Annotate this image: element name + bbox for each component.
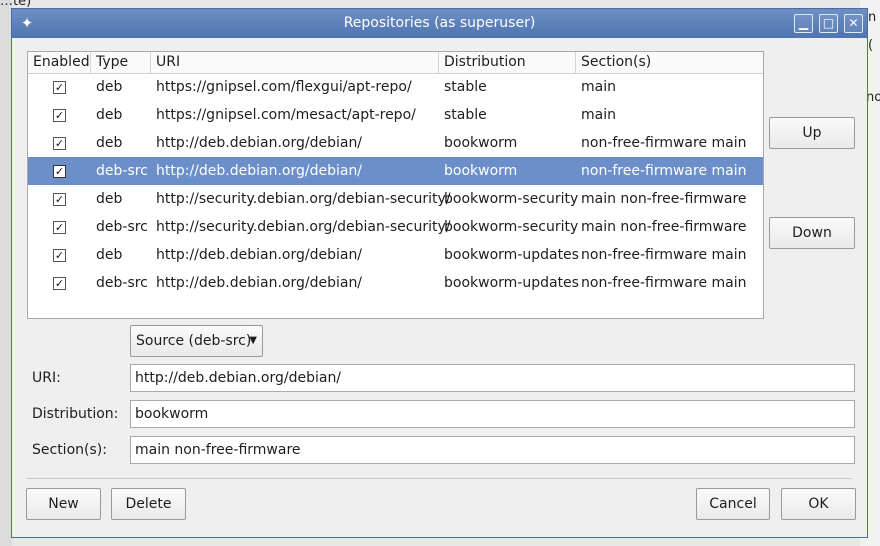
row-distribution: stable bbox=[444, 79, 487, 95]
row-type: deb bbox=[96, 191, 123, 207]
table-row[interactable]: ✓ deb https://gnipsel.com/mesact/apt-repo/… bbox=[28, 101, 763, 129]
uri-field[interactable]: http://deb.debian.org/debian/ bbox=[130, 364, 855, 392]
row-type: deb bbox=[96, 247, 123, 263]
row-sections: non-free-firmware main bbox=[581, 163, 747, 179]
row-sections: main non-free-firmware bbox=[581, 219, 747, 235]
minimize-button[interactable]: ▁ bbox=[794, 14, 813, 33]
column-header-sections[interactable]: Section(s) bbox=[576, 52, 763, 73]
enabled-checkbox[interactable]: ✓ bbox=[53, 109, 66, 122]
row-sections: main non-free-firmware bbox=[581, 191, 747, 207]
sections-field[interactable]: main non-free-firmware bbox=[130, 436, 855, 464]
row-type: deb-src bbox=[96, 219, 148, 235]
enabled-checkbox[interactable]: ✓ bbox=[53, 277, 66, 290]
row-sections: non-free-firmware main bbox=[581, 247, 747, 263]
row-distribution: bookworm-updates bbox=[444, 275, 579, 291]
row-distribution: bookworm-security bbox=[444, 219, 579, 235]
table-row[interactable]: ✓ deb-src http://deb.debian.org/debian/boo… bbox=[28, 269, 763, 297]
row-type: deb bbox=[96, 135, 123, 151]
source-type-dropdown[interactable]: Source (deb-src) ▼ bbox=[130, 325, 263, 357]
source-type-value: Source (deb-src) bbox=[136, 333, 252, 349]
repositories-dialog: ✦ Repositories (as superuser) ▁ □ ✕ Enab… bbox=[11, 8, 868, 538]
background-text-2: n bbox=[868, 10, 877, 25]
row-distribution: bookworm-security bbox=[444, 191, 579, 207]
row-sections: non-free-firmware main bbox=[581, 275, 747, 291]
row-distribution: bookworm-updates bbox=[444, 247, 579, 263]
column-header-distribution[interactable]: Distribution bbox=[439, 52, 576, 73]
distribution-label: Distribution: bbox=[32, 406, 119, 422]
table-row[interactable]: ✓ deb http://deb.debian.org/debian/bookwor… bbox=[28, 129, 763, 157]
row-sections: main bbox=[581, 79, 616, 95]
table-row[interactable]: ✓ deb-src http://deb.debian.org/debian/boo… bbox=[28, 157, 763, 185]
enabled-checkbox[interactable]: ✓ bbox=[53, 165, 66, 178]
list-header: Enabled Type URI Distribution Section(s) bbox=[28, 52, 763, 74]
title-bar[interactable]: ✦ Repositories (as superuser) ▁ □ ✕ bbox=[12, 9, 867, 38]
row-uri: http://deb.debian.org/debian/ bbox=[156, 247, 363, 263]
background-text-4: no bbox=[866, 90, 880, 105]
delete-button[interactable]: Delete bbox=[111, 488, 186, 520]
up-button[interactable]: Up bbox=[769, 117, 855, 149]
row-type: deb bbox=[96, 79, 123, 95]
enabled-checkbox[interactable]: ✓ bbox=[53, 193, 66, 206]
row-sections: non-free-firmware main bbox=[581, 135, 747, 151]
enabled-checkbox[interactable]: ✓ bbox=[53, 221, 66, 234]
enabled-checkbox[interactable]: ✓ bbox=[53, 249, 66, 262]
window-title: Repositories (as superuser) bbox=[343, 15, 536, 31]
row-sections: main bbox=[581, 107, 616, 123]
table-row[interactable]: ✓ deb-src http://security.debian.org/debia… bbox=[28, 213, 763, 241]
table-row[interactable]: ✓ deb http://security.debian.org/debian-se… bbox=[28, 185, 763, 213]
row-uri: https://gnipsel.com/mesact/apt-repo/ bbox=[156, 107, 416, 123]
row-type: deb bbox=[96, 107, 123, 123]
row-distribution: bookworm bbox=[444, 135, 518, 151]
column-header-type[interactable]: Type bbox=[91, 52, 151, 73]
new-button[interactable]: New bbox=[26, 488, 101, 520]
row-uri: https://gnipsel.com/flexgui/apt-repo/ bbox=[156, 79, 412, 95]
enabled-checkbox[interactable]: ✓ bbox=[53, 81, 66, 94]
table-row[interactable]: ✓ deb https://gnipsel.com/flexgui/apt-repo… bbox=[28, 73, 763, 101]
row-uri: http://deb.debian.org/debian/ bbox=[156, 163, 363, 179]
ok-button[interactable]: OK bbox=[781, 488, 856, 520]
background-text-3: ( bbox=[868, 38, 874, 53]
table-row[interactable]: ✓ deb http://deb.debian.org/debian/bookwor… bbox=[28, 241, 763, 269]
repository-list[interactable]: Enabled Type URI Distribution Section(s)… bbox=[27, 51, 764, 319]
row-distribution: stable bbox=[444, 107, 487, 123]
footer-separator bbox=[27, 478, 852, 479]
cancel-button[interactable]: Cancel bbox=[696, 488, 770, 520]
row-uri: http://security.debian.org/debian-securi… bbox=[156, 191, 451, 207]
uri-label: URI: bbox=[32, 370, 61, 386]
distribution-field[interactable]: bookworm bbox=[130, 400, 855, 428]
sections-label: Section(s): bbox=[32, 442, 107, 458]
row-uri: http://security.debian.org/debian-securi… bbox=[156, 219, 451, 235]
row-type: deb-src bbox=[96, 275, 148, 291]
row-uri: http://deb.debian.org/debian/ bbox=[156, 275, 363, 291]
column-header-uri[interactable]: URI bbox=[151, 52, 439, 73]
row-distribution: bookworm bbox=[444, 163, 518, 179]
enabled-checkbox[interactable]: ✓ bbox=[53, 137, 66, 150]
row-type: deb-src bbox=[96, 163, 148, 179]
column-header-enabled[interactable]: Enabled bbox=[28, 52, 91, 73]
close-button[interactable]: ✕ bbox=[844, 14, 863, 33]
maximize-button[interactable]: □ bbox=[819, 14, 838, 33]
chevron-down-icon: ▼ bbox=[249, 335, 257, 346]
down-button[interactable]: Down bbox=[769, 217, 855, 249]
row-uri: http://deb.debian.org/debian/ bbox=[156, 135, 363, 151]
